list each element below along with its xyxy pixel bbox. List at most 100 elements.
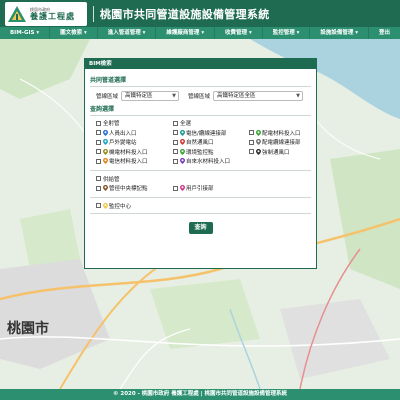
nav-monitor[interactable]: 監控管理 ▾ [263,27,311,39]
site-title: 桃園市共同管道設施設備管理系統 [100,7,270,21]
option-label: 全選 [180,121,192,128]
nav-facility[interactable]: 設施設備管理 ▾ [310,27,369,39]
map-pin-icon [180,158,185,165]
map-pin-icon [256,148,261,155]
option-label: 強制通風口 [262,149,290,156]
monitor-pin-icon [103,202,108,209]
option-a-6[interactable]: 戶外變電站 [96,138,173,147]
nav-fees[interactable]: 收費管理 ▾ [215,27,263,39]
option-a-1[interactable]: 全選 [173,119,249,128]
option-label: 戶外變電站 [109,140,137,147]
option-a-0[interactable]: 全射管 [96,119,173,128]
logo-name: 養護工程處 [30,10,75,21]
checkbox[interactable] [249,149,254,155]
checkbox[interactable] [96,149,101,155]
section-pipe-title: 共同管道選擇 [90,77,127,84]
nav-pipe-entry[interactable]: 進入管道管理 ▾ [98,27,157,39]
checkbox[interactable] [96,120,101,126]
nav-image-search[interactable]: 圖文檢索 ▾ [50,27,98,39]
option-label: 電信/纜線連接部 [186,130,227,137]
checkbox[interactable] [96,130,101,136]
map-pin-icon [103,185,108,192]
option-monitor-center[interactable]: 監控中心 [96,202,311,211]
main-nav: BIM-GIS ▾ 圖文檢索 ▾ 進入管道管理 ▾ 維護廠商管理 ▾ 收費管理 … [0,27,400,39]
modal-title: BIM檢索 [85,59,316,69]
map-pin-icon [180,148,185,155]
checkbox[interactable] [173,158,178,164]
nav-bim-gis[interactable]: BIM-GIS ▾ [0,27,51,39]
checkbox[interactable] [173,149,178,155]
checkbox[interactable] [96,176,101,182]
option-label: 人員出入口 [109,130,137,137]
option-b-2[interactable]: 管徑中央標記點 [96,184,173,193]
checkbox[interactable] [173,185,178,191]
query-options-grid: 全射管 全選人員出入口 電信/纜線連接部 配電材料投入口戶外變電站 自然通風口 配電纜線連… [96,119,311,166]
checkbox[interactable] [173,130,178,136]
checkbox[interactable] [96,139,101,145]
option-b-0[interactable]: 供給管 [96,175,173,184]
checkbox[interactable] [96,203,101,209]
map-pin-icon [103,158,108,165]
checkbox[interactable] [96,158,101,164]
section-divider [90,213,311,214]
area-select-2[interactable]: 高鐵特定區全區 ▼ [213,91,304,101]
nav-logout[interactable]: 登出 [369,27,400,39]
section-query-title: 查詢選擇 [90,106,115,113]
area-select-1-value: 高鐵特定區 [125,93,153,99]
option-label: 自然通風口 [186,140,214,147]
option-label: 配電纜線連接部 [262,140,301,147]
section-divider [90,115,311,116]
checkbox[interactable] [249,139,254,145]
chevron-down-icon: ▼ [296,93,301,99]
option-b-3[interactable]: 用戶引接部 [173,184,249,193]
section-divider [90,169,311,171]
map-pin-icon [256,139,261,146]
bim-search-modal: BIM檢索 共同管道選擇 管線區域 高鐵特定區 ▼ 管線區域 高鐵特定區全區 ▼… [84,58,317,269]
checkbox[interactable] [249,130,254,136]
area-label-2: 管線區域 [188,94,211,100]
option-label: 自來水材料投入口 [186,159,231,166]
option-label: 電信材料投入口 [109,159,148,166]
footer: © 2020 - 桃園市政府 養護工程處 | 桃園市共同管道設施設備管理系統 [0,389,400,400]
query-button[interactable]: 查詢 [188,222,213,234]
map-pin-icon [103,139,108,146]
chevron-down-icon: ▼ [172,93,177,99]
option-label: 配電材料投入口 [262,130,301,137]
option-a-10[interactable]: 環境監控點 [173,148,249,157]
area-select-1[interactable]: 高鐵特定區 ▼ [121,91,180,101]
map-city-label: 桃園市 [7,320,49,336]
option-a-8[interactable]: 配電纜線連接部 [249,138,319,147]
option-a-13[interactable]: 自來水材料投入口 [173,157,249,166]
area-select-2-value: 高鐵特定區全區 [217,93,256,99]
option-a-9[interactable]: 機電材料投入口 [96,148,173,157]
checkbox[interactable] [173,139,178,145]
checkbox[interactable] [96,185,101,191]
option-a-3[interactable]: 人員出入口 [96,129,173,138]
map-pin-icon [256,129,261,136]
option-empty [173,175,249,184]
option-a-5[interactable]: 配電材料投入口 [249,129,319,138]
map-pin-icon [103,148,108,155]
option-label: 全射管 [103,121,120,128]
option-label: 管徑中央標記點 [109,186,148,193]
option-a-7[interactable]: 自然通風口 [173,138,249,147]
map-pin-icon [180,185,185,192]
option-label: 機電材料投入口 [109,149,148,156]
section-divider [90,86,311,87]
map-pin-icon [180,139,185,146]
checkbox[interactable] [173,120,178,126]
header-divider [93,5,94,22]
map-pin-icon [103,129,108,136]
logo[interactable]: 桃園市政府 養護工程處 [5,1,87,26]
app-header: 桃園市政府 養護工程處 桃園市共同管道設施設備管理系統 [0,0,400,27]
option-a-11[interactable]: 強制通風口 [249,148,319,157]
section-divider [90,196,311,198]
option-label: 監控中心 [109,203,132,210]
option-label: 用戶引接部 [186,186,214,193]
nav-vendor[interactable]: 維護廠商管理 ▾ [156,27,216,39]
option-a-12[interactable]: 電信材料投入口 [96,157,173,166]
option-empty [249,119,319,128]
option-label: 環境監控點 [186,149,214,156]
option-a-4[interactable]: 電信/纜線連接部 [173,129,249,138]
logo-icon [8,5,26,22]
